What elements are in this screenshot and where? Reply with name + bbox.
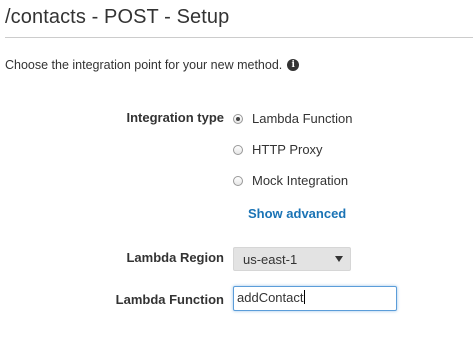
radio-label[interactable]: HTTP Proxy xyxy=(252,142,323,157)
lambda-function-label: Lambda Function xyxy=(115,292,224,307)
lambda-region-value: us-east-1 xyxy=(243,251,298,267)
radio-button[interactable] xyxy=(233,113,243,124)
lambda-region-label: Lambda Region xyxy=(126,250,224,265)
text-caret xyxy=(303,290,305,304)
lambda-function-value: addContact xyxy=(237,290,304,305)
chevron-down-icon xyxy=(335,256,343,262)
page-title: /contacts - POST - Setup xyxy=(5,6,230,28)
lambda-function-input[interactable]: addContact xyxy=(233,286,397,311)
radio-button[interactable] xyxy=(233,175,243,186)
radio-http-proxy[interactable]: HTTP Proxy xyxy=(233,142,323,157)
intro-line: Choose the integration point for your ne… xyxy=(5,58,300,72)
intro-text: Choose the integration point for your ne… xyxy=(5,58,283,72)
radio-mock-integration[interactable]: Mock Integration xyxy=(233,173,348,188)
lambda-region-select[interactable]: us-east-1 xyxy=(233,247,351,271)
radio-label[interactable]: Lambda Function xyxy=(252,111,352,126)
info-icon[interactable]: i xyxy=(287,59,300,71)
show-advanced-link[interactable]: Show advanced xyxy=(248,206,346,221)
radio-button[interactable] xyxy=(233,144,243,155)
title-divider xyxy=(5,37,473,38)
radio-label[interactable]: Mock Integration xyxy=(252,173,348,188)
integration-type-label: Integration type xyxy=(126,110,224,125)
radio-lambda-function[interactable]: Lambda Function xyxy=(233,111,352,126)
